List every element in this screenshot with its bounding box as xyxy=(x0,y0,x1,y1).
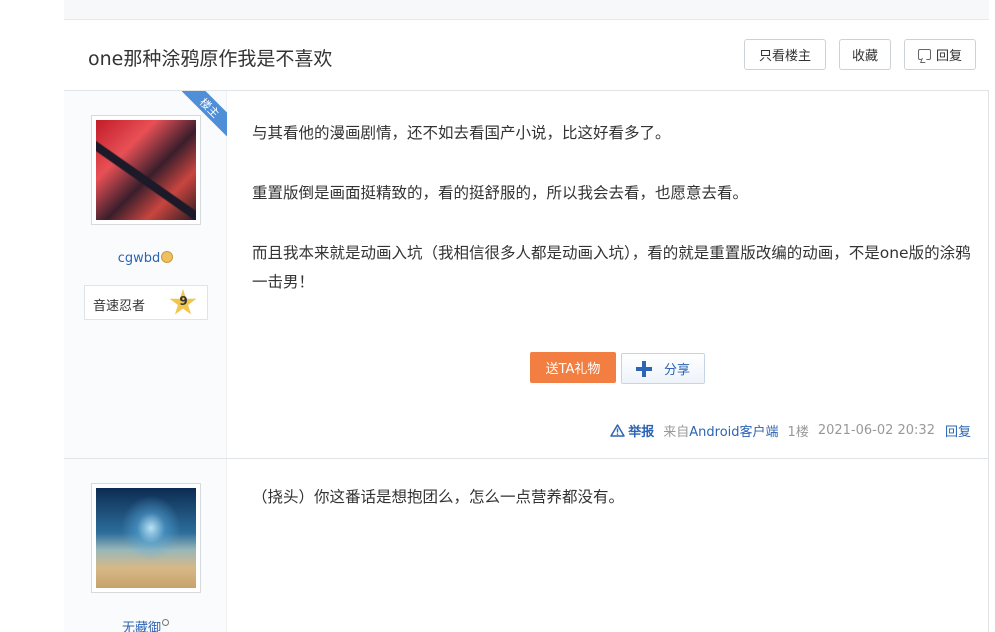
username[interactable]: cgwbd xyxy=(64,251,227,266)
rank-name: 音速忍者 xyxy=(93,299,146,314)
floor-number: 1楼 xyxy=(787,425,809,440)
warning-icon xyxy=(610,424,625,437)
reply-label: 回复 xyxy=(935,49,962,64)
only-op-label: 只看楼主 xyxy=(758,49,811,64)
avatar[interactable] xyxy=(91,483,201,593)
reply-button[interactable]: 回复 xyxy=(904,39,976,70)
top-strip xyxy=(64,0,989,20)
thread-title: one那种涂鸦原作我是不喜欢 xyxy=(88,48,333,70)
send-gift-label: 送TA礼物 xyxy=(545,362,601,377)
male-icon xyxy=(162,619,169,626)
rank-badge-box[interactable]: 音速忍者 9 xyxy=(84,285,208,320)
thread-header: one那种涂鸦原作我是不喜欢 只看楼主 收藏 回复 xyxy=(64,20,989,91)
share-label: 分享 xyxy=(663,363,690,378)
only-op-button[interactable]: 只看楼主 xyxy=(744,39,826,70)
favorite-label: 收藏 xyxy=(851,49,878,64)
plus-icon xyxy=(635,360,652,377)
report-link[interactable]: 举报 xyxy=(610,421,654,440)
post-time: 2021-06-02 20:32 xyxy=(817,423,935,438)
post-paragraph: 与其看他的漫画剧情，还不如去看国产小说，比这好看多了。 xyxy=(252,124,671,142)
avatar-image xyxy=(96,488,196,588)
post-2-author-sidebar: 无藏御 xyxy=(64,459,227,632)
post-meta: 举报 来自 Android客户端 1楼 2021-06-02 20:32 回复 xyxy=(610,421,971,440)
forum-thread-page: one那种涂鸦原作我是不喜欢 只看楼主 收藏 回复 楼主 cgwbd 音速忍者 xyxy=(0,0,995,632)
username[interactable]: 无藏御 xyxy=(64,617,227,632)
share-button[interactable]: 分享 xyxy=(621,353,705,384)
post-1-author-sidebar: 楼主 cgwbd 音速忍者 9 xyxy=(64,91,227,458)
level-star-icon: 9 xyxy=(169,289,197,317)
post-paragraph: 重置版倒是画面挺精致的，看的挺舒服的，所以我会去看，也愿意去看。 xyxy=(252,184,749,202)
source-app-link[interactable]: Android客户端 xyxy=(689,421,778,440)
post-1-content: 与其看他的漫画剧情，还不如去看国产小说，比这好看多了。 重置版倒是画面挺精致的，… xyxy=(252,119,972,328)
avatar-image xyxy=(96,120,196,220)
username-text: cgwbd xyxy=(117,251,161,266)
source-prefix: 来自 xyxy=(663,425,690,440)
smile-icon xyxy=(161,251,174,263)
send-gift-button[interactable]: 送TA礼物 xyxy=(530,352,616,383)
reply-icon xyxy=(917,49,931,60)
report-label: 举报 xyxy=(628,425,655,440)
post-paragraph: 而且我本来就是动画入坑（我相信很多人都是动画入坑），看的就是重置版改编的动画，不… xyxy=(252,244,971,291)
post-1: 楼主 cgwbd 音速忍者 9 与其看他的漫画剧情，还不如去看国产小说，比这好看… xyxy=(64,91,989,459)
post-paragraph: （挠头）你这番话是想抱团么，怎么一点营养都没有。 xyxy=(252,488,625,506)
username-text: 无藏御 xyxy=(121,621,161,632)
post-2: 无藏御 （挠头）你这番话是想抱团么，怎么一点营养都没有。 xyxy=(64,459,989,632)
avatar[interactable] xyxy=(91,115,201,225)
rank-level: 9 xyxy=(179,294,188,308)
post-reply-link[interactable]: 回复 xyxy=(945,421,971,440)
favorite-button[interactable]: 收藏 xyxy=(839,39,891,70)
post-2-content: （挠头）你这番话是想抱团么，怎么一点营养都没有。 xyxy=(252,483,972,512)
